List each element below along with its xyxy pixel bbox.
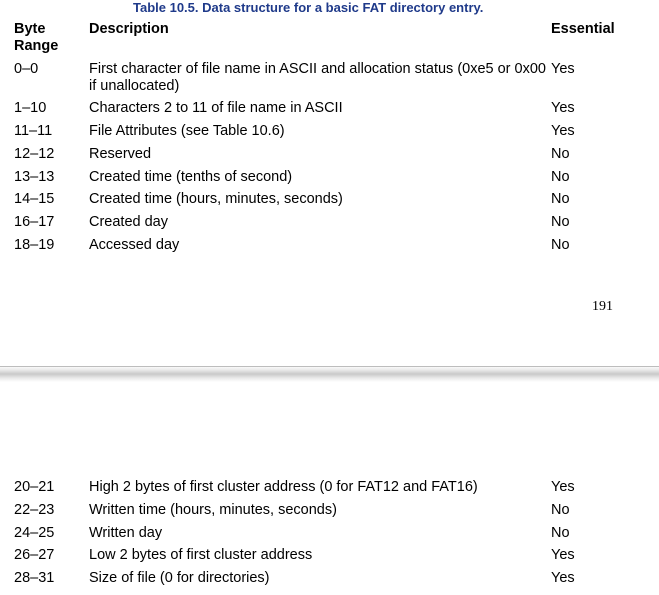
row-description: Created time (hours, minutes, seconds) — [89, 191, 343, 207]
row-essential: No — [551, 502, 570, 518]
row-essential: No — [551, 237, 570, 253]
row-range: 28–31 — [14, 570, 55, 586]
row-essential: Yes — [551, 100, 575, 116]
row-essential: No — [551, 146, 570, 162]
row-essential: Yes — [551, 61, 575, 77]
header-description: Description — [89, 21, 169, 37]
header-byte-range-line1: Byte — [14, 21, 46, 37]
row-range: 24–25 — [14, 525, 55, 541]
row-range: 1–10 — [14, 100, 47, 116]
row-description: File Attributes (see Table 10.6) — [89, 123, 285, 139]
row-essential: No — [551, 525, 570, 541]
row-range: 14–15 — [14, 191, 55, 207]
row-range: 16–17 — [14, 214, 55, 230]
page-break-edge — [0, 366, 659, 367]
row-description: Created day — [89, 214, 168, 230]
row-description: Low 2 bytes of first cluster address — [89, 547, 313, 563]
row-description: High 2 bytes of first cluster address (0… — [89, 479, 478, 495]
row-essential: No — [551, 191, 570, 207]
row-description: Reserved — [89, 146, 152, 162]
row-range: 13–13 — [14, 169, 55, 185]
row-essential: Yes — [551, 570, 575, 586]
row-description: Written time (hours, minutes, seconds) — [89, 502, 337, 518]
row-essential: No — [551, 214, 570, 230]
row-essential: Yes — [551, 123, 575, 139]
row-essential: Yes — [551, 547, 575, 563]
row-description: Created time (tenths of second) — [89, 169, 293, 185]
row-range: 18–19 — [14, 237, 55, 253]
row-description: Size of file (0 for directories) — [89, 570, 270, 586]
row-range: 0–0 — [14, 61, 39, 77]
row-essential: Yes — [551, 479, 575, 495]
row-range: 26–27 — [14, 547, 55, 563]
row-description: First character of file name in ASCII an… — [89, 61, 546, 94]
header-essential: Essential — [551, 21, 615, 37]
table-caption: Table 10.5. Data structure for a basic F… — [133, 0, 484, 15]
row-range: 11–11 — [14, 123, 53, 139]
row-range: 22–23 — [14, 502, 55, 518]
row-description: Accessed day — [89, 237, 180, 253]
header-byte-range-line2: Range — [14, 38, 59, 54]
row-range: 20–21 — [14, 479, 55, 495]
row-essential: No — [551, 169, 570, 185]
row-description: Written day — [89, 525, 163, 541]
row-range: 12–12 — [14, 146, 55, 162]
page-number: 191 — [592, 299, 613, 314]
header-byte-range: Byte Range — [14, 21, 58, 55]
row-description: Characters 2 to 11 of file name in ASCII — [89, 100, 343, 116]
page-break-divider — [0, 366, 659, 382]
